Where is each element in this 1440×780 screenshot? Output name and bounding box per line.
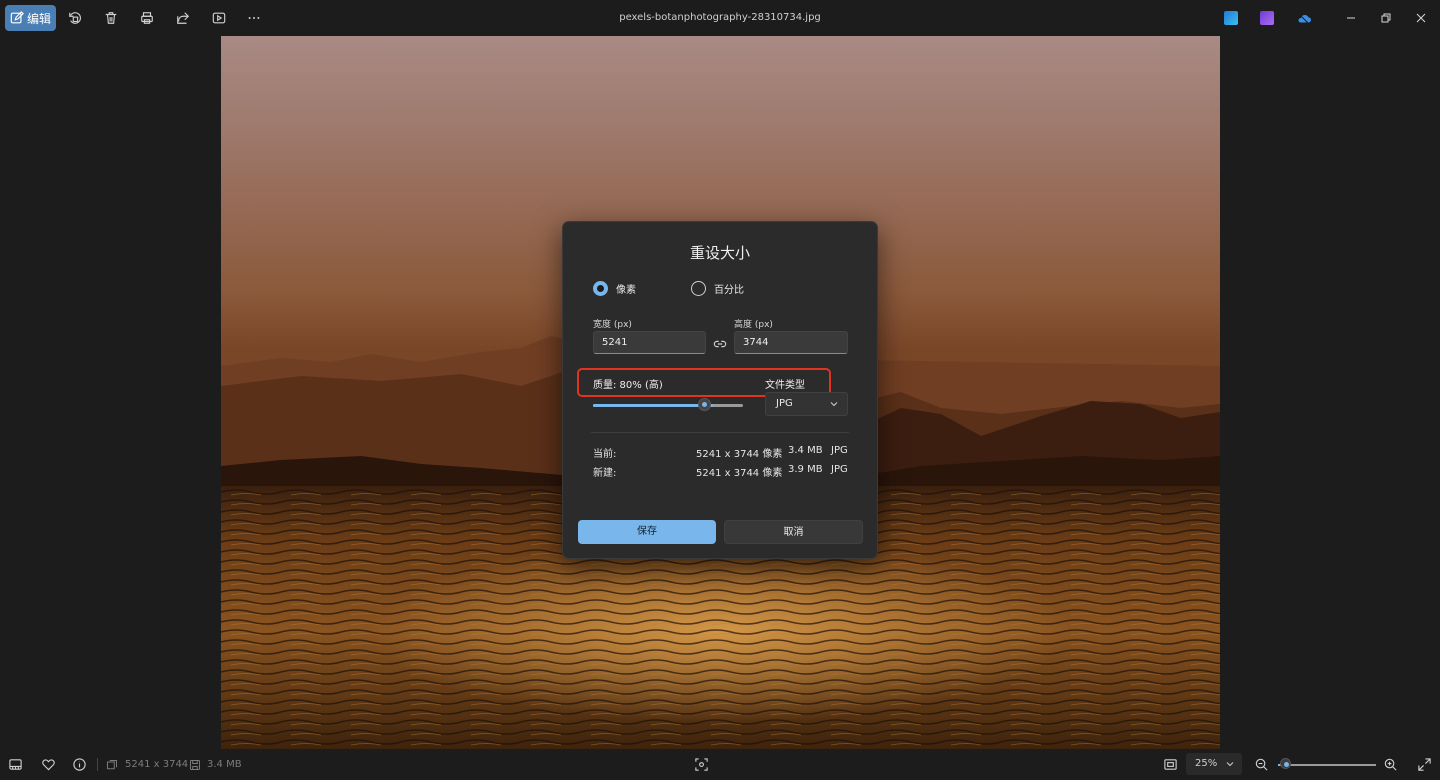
video-editor-icon[interactable] bbox=[1260, 11, 1274, 25]
zoom-out-icon[interactable] bbox=[1254, 757, 1269, 772]
filetype-label: 文件类型 bbox=[765, 380, 805, 391]
filetype-select[interactable]: JPG bbox=[765, 392, 848, 416]
zoom-slider[interactable] bbox=[1278, 758, 1376, 769]
minimize-icon bbox=[1347, 17, 1355, 19]
new-dimensions: 5241 x 3744 像素 bbox=[696, 468, 783, 479]
radio-pixels-indicator[interactable] bbox=[593, 281, 608, 296]
filmstrip-icon[interactable] bbox=[8, 757, 23, 772]
dimensions-icon bbox=[107, 760, 117, 770]
zoom-value: 25% bbox=[1195, 758, 1218, 769]
new-filetype: JPG bbox=[831, 464, 848, 475]
clipchamp-icon[interactable] bbox=[1224, 11, 1238, 25]
share-button[interactable] bbox=[170, 5, 196, 31]
zoom-in-icon[interactable] bbox=[1383, 757, 1398, 772]
share-icon bbox=[177, 12, 190, 24]
status-filesize: 3.4 MB bbox=[207, 759, 242, 770]
delete-icon bbox=[105, 12, 117, 24]
height-input[interactable]: 3744 bbox=[734, 331, 848, 354]
restore-button[interactable] bbox=[1371, 5, 1401, 31]
status-dimensions: 5241 x 3744 bbox=[125, 759, 189, 770]
filetype-value: JPG bbox=[776, 398, 793, 409]
width-label: 宽度 (px) bbox=[593, 320, 632, 330]
fullscreen-icon[interactable] bbox=[1417, 757, 1432, 772]
radio-percent-indicator[interactable] bbox=[691, 281, 706, 296]
radio-percent-label: 百分比 bbox=[714, 285, 744, 296]
slideshow-button[interactable] bbox=[206, 5, 232, 31]
onedrive-icon[interactable] bbox=[1296, 11, 1312, 25]
close-button[interactable] bbox=[1406, 5, 1436, 31]
new-label: 新建: bbox=[593, 468, 617, 479]
quality-label: 质量: 80% (高) bbox=[593, 380, 663, 391]
photos-app-window: 编辑 pexels-botanphotography-28310734.jpg bbox=[0, 0, 1440, 780]
close-icon bbox=[1416, 13, 1426, 23]
dialog-title: 重设大小 bbox=[689, 244, 750, 262]
radio-pixels[interactable]: 像素 bbox=[593, 281, 636, 296]
quality-slider-fill bbox=[593, 403, 713, 407]
save-button[interactable]: 保存 bbox=[578, 520, 716, 544]
print-button[interactable] bbox=[134, 5, 160, 31]
chevron-down-icon bbox=[1226, 762, 1234, 767]
zoom-slider-thumb[interactable] bbox=[1280, 758, 1292, 769]
resize-dialog: 重设大小 像素 百分比 宽度 (px) 5241 高度 (px) 3744 质量… bbox=[562, 221, 878, 559]
chevron-down-icon bbox=[830, 402, 838, 407]
new-filesize: 3.9 MB bbox=[788, 464, 823, 475]
edit-button[interactable]: 编辑 bbox=[5, 5, 56, 31]
divider bbox=[591, 432, 849, 433]
more-button[interactable] bbox=[241, 5, 267, 31]
current-dimensions: 5241 x 3744 像素 bbox=[696, 449, 783, 460]
minimize-button[interactable] bbox=[1336, 5, 1366, 31]
rotate-icon bbox=[69, 12, 81, 24]
filesize-icon bbox=[190, 760, 200, 770]
current-filesize: 3.4 MB bbox=[788, 445, 823, 456]
print-icon bbox=[141, 12, 153, 24]
height-label: 高度 (px) bbox=[734, 320, 773, 330]
status-separator bbox=[97, 758, 98, 771]
more-icon bbox=[248, 17, 260, 19]
info-icon[interactable] bbox=[72, 757, 87, 772]
quality-slider[interactable] bbox=[593, 398, 743, 411]
restore-icon bbox=[1381, 13, 1391, 23]
favorite-icon[interactable] bbox=[41, 757, 56, 772]
delete-button[interactable] bbox=[98, 5, 124, 31]
current-label: 当前: bbox=[593, 449, 617, 460]
edit-icon bbox=[10, 11, 24, 24]
current-filetype: JPG bbox=[831, 445, 848, 456]
radio-pixels-label: 像素 bbox=[616, 285, 636, 296]
top-toolbar: 编辑 pexels-botanphotography-28310734.jpg bbox=[0, 0, 1440, 36]
slideshow-icon bbox=[212, 12, 226, 24]
edit-button-label: 编辑 bbox=[26, 11, 51, 26]
fit-screen-icon[interactable] bbox=[1163, 757, 1178, 772]
cancel-button[interactable]: 取消 bbox=[724, 520, 863, 544]
width-input[interactable]: 5241 bbox=[593, 331, 706, 354]
rotate-button[interactable] bbox=[62, 5, 88, 31]
quality-slider-thumb[interactable] bbox=[697, 398, 711, 411]
radio-percent[interactable]: 百分比 bbox=[691, 281, 744, 296]
zoom-select[interactable]: 25% bbox=[1186, 753, 1242, 775]
zoom-slider-track bbox=[1278, 763, 1376, 766]
bottom-status-bar: 5241 x 3744 3.4 MB 25% bbox=[0, 749, 1440, 780]
link-aspect-icon[interactable] bbox=[713, 337, 727, 351]
focus-icon[interactable] bbox=[694, 757, 709, 772]
